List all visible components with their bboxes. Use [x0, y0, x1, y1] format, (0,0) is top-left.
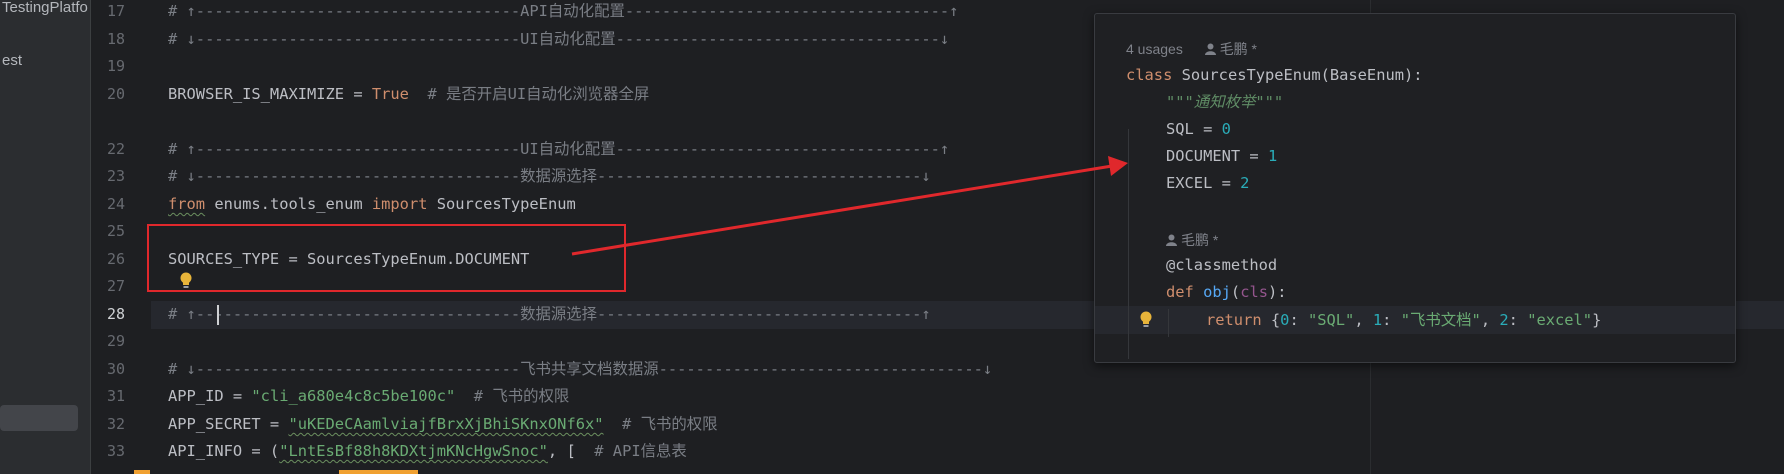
scroll-marker [339, 470, 418, 474]
scroll-marker [134, 470, 150, 474]
annotation-arrow [571, 156, 1128, 256]
